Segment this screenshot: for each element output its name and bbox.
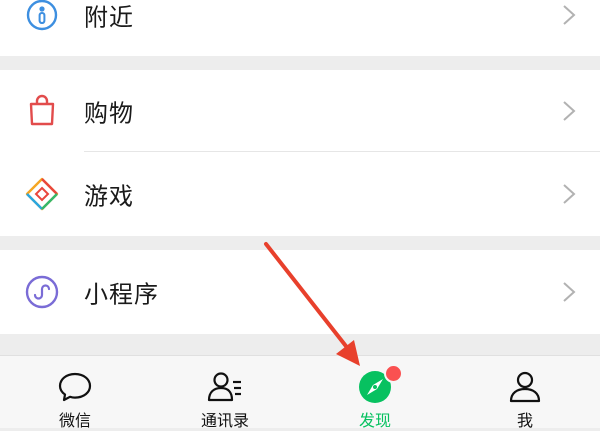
chevron-right-icon [563, 282, 576, 302]
bottom-tab-bar: 微信 通讯录 发现 我 [0, 355, 600, 430]
chevron-right-icon [563, 101, 576, 121]
contacts-icon [207, 372, 241, 402]
section-gap [0, 236, 600, 250]
chat-bubble-icon [58, 372, 92, 402]
menu-item-games[interactable]: 游戏 [0, 152, 600, 236]
section-gap [0, 56, 600, 70]
tab-me-label: 我 [516, 411, 533, 430]
chevron-right-icon [563, 5, 576, 25]
menu-item-shopping[interactable]: 购物 [0, 70, 600, 152]
notification-badge [384, 364, 403, 383]
menu-item-nearby-label: 附近 [84, 3, 134, 32]
nearby-person-icon [26, 0, 58, 31]
chevron-right-icon [563, 184, 576, 204]
tab-wechat[interactable]: 微信 [0, 356, 150, 430]
menu-item-miniprogram[interactable]: 小程序 [0, 250, 600, 334]
tab-contacts-label: 通讯录 [200, 411, 249, 430]
shopping-bag-icon [29, 94, 55, 126]
menu-item-games-label: 游戏 [84, 182, 134, 211]
tab-discover-label: 发现 [358, 411, 391, 430]
menu-item-miniprogram-label: 小程序 [84, 280, 159, 309]
menu-item-shopping-label: 购物 [84, 99, 134, 128]
game-diamond-icon [25, 177, 59, 211]
tab-contacts[interactable]: 通讯录 [150, 356, 300, 430]
profile-icon [509, 371, 541, 403]
tab-wechat-label: 微信 [58, 411, 91, 430]
menu-item-nearby[interactable]: 附近 [0, 0, 600, 56]
tab-discover[interactable]: 发现 [300, 356, 450, 430]
mini-program-icon [25, 275, 59, 309]
section-gap [0, 334, 600, 355]
tab-me[interactable]: 我 [450, 356, 600, 430]
